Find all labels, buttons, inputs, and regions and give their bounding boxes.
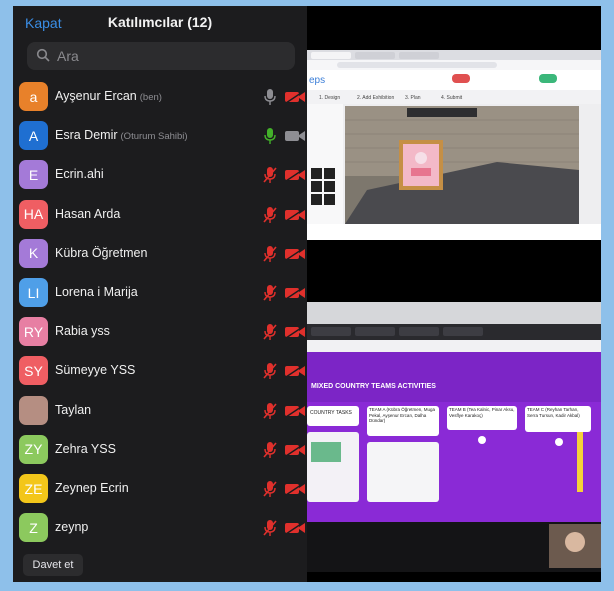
participant-name-text: Esra Demir [55,128,118,143]
camera-off-icon[interactable] [284,286,306,300]
camera-icon[interactable] [284,129,306,143]
padlet-board-title: MIXED COUNTRY TEAMS ACTIVITIES [311,383,436,390]
participant-row[interactable]: K Kübra Öğretmen [13,235,307,274]
camera-off-icon[interactable] [284,364,306,378]
camera-off-icon[interactable] [284,443,306,457]
avatar [19,395,48,425]
participants-panel: Kapat Katılımcılar (12) Ara a Ayşenur Erc… [13,6,307,582]
search-input[interactable]: Ara [27,42,295,70]
artsteps-tab-4: 4. Submit [441,95,463,101]
avatar: LI [19,278,48,307]
search-placeholder: Ara [57,48,79,64]
participant-name: Taylan [55,403,91,417]
invite-button[interactable]: Davet et [23,554,83,576]
participant-row[interactable]: LI Lorena i Marija [13,274,307,313]
mic-icon[interactable] [263,127,277,145]
mic-muted-icon[interactable] [263,284,277,302]
participant-name: Kübra Öğretmen [55,246,147,260]
camera-off-icon[interactable] [284,247,306,261]
participant-name: Ayşenur Ercan (ben) [55,89,162,103]
participant-row[interactable]: Taylan [13,392,307,431]
padlet-screenshot: MIXED COUNTRY TEAMS ACTIVITIES COUNTRY T… [307,302,601,572]
participant-name-text: Kübra Öğretmen [55,245,148,260]
mic-muted-icon[interactable] [263,441,277,459]
participant-row[interactable]: HA Hasan Arda [13,196,307,235]
participant-name-text: Sümeyye YSS [55,363,136,378]
camera-off-icon[interactable] [284,208,306,222]
participant-name: Ecrin.ahi [55,167,104,181]
mic-muted-icon[interactable] [263,245,277,263]
mic-muted-icon[interactable] [263,519,277,537]
participant-row[interactable]: E Ecrin.ahi [13,156,307,195]
participants-header: Kapat Katılımcılar (12) [13,6,307,42]
avatar: HA [19,199,48,229]
shared-screen-artsteps: eps 1. Design 2. Add Exhibition 3. Plan … [307,50,601,240]
avatar: Z [19,513,48,543]
camera-off-icon[interactable] [284,404,306,418]
participant-name: Zehra YSS [55,442,116,456]
mic-muted-icon[interactable] [263,323,277,341]
participant-name: zeynp [55,520,88,534]
avatar: SY [19,356,48,386]
camera-off-icon[interactable] [284,521,306,535]
participant-name-text: Ecrin.ahi [55,167,104,182]
mic-icon[interactable] [263,88,277,106]
participant-role: (ben) [139,92,162,103]
participant-name: Zeynep Ecrin [55,481,129,495]
artsteps-tab-2: 2. Add Exhibition [357,95,394,101]
shared-screen-padlet: MIXED COUNTRY TEAMS ACTIVITIES COUNTRY T… [307,302,601,572]
search-icon [36,48,50,62]
participant-name: Hasan Arda [55,207,120,221]
participant-row[interactable]: RY Rabia yss [13,313,307,352]
artsteps-tab-1: 1. Design [319,95,340,101]
participant-role: (Oturum Sahibi) [120,131,188,143]
padlet-card-2: TEAM A (Kübra Öğretmen, Muga Pekal, Ayşe… [369,407,436,423]
avatar: ZY [19,434,48,464]
participant-row[interactable]: ZE Zeynep Ecrin [13,470,307,509]
participant-name-text: Zehra YSS [55,441,116,456]
mic-muted-icon[interactable] [263,402,277,420]
participant-name-text: Rabia yss [55,324,110,339]
avatar: RY [19,317,48,347]
avatar: K [19,238,48,268]
participant-name-text: zeynp [55,520,89,535]
participant-row[interactable]: ZY Zehra YSS [13,431,307,470]
participant-row[interactable]: A Esra Demir (Oturum Sahibi) [13,117,307,156]
padlet-card-1: COUNTRY TASKS [310,410,353,416]
padlet-card-4: TEAM C (Reyhan Tarhan, Serra Tursun, Kad… [527,407,580,418]
participant-name-text: Taylan [55,402,92,417]
mic-muted-icon[interactable] [263,362,277,380]
camera-off-icon[interactable] [284,482,306,496]
avatar: E [19,160,48,190]
participant-name: Esra Demir (Oturum Sahibi) [55,128,188,142]
participant-row[interactable]: Zzeynp [13,509,307,548]
camera-off-icon[interactable] [284,168,306,182]
artsteps-screenshot: eps 1. Design 2. Add Exhibition 3. Plan … [307,50,601,240]
camera-off-icon[interactable] [284,90,306,104]
artsteps-tab-3: 3. Plan [405,95,421,101]
participant-row[interactable]: a Ayşenur Ercan (ben) [13,78,307,117]
participant-row[interactable]: SY Sümeyye YSS [13,352,307,391]
participant-name: Sümeyye YSS [55,363,135,377]
avatar: A [19,121,48,151]
mic-muted-icon[interactable] [263,480,277,498]
participant-name-text: Lorena i Marija [55,285,138,299]
participant-name-text: Ayşenur Ercan [55,89,137,103]
artsteps-brand: eps [309,75,325,86]
camera-off-icon[interactable] [284,325,306,339]
participant-name: Lorena i Marija [55,285,138,299]
participants-title: Katılımcılar (12) [107,14,213,30]
mic-muted-icon[interactable] [263,206,277,224]
padlet-card-3: TEAM B (Tea Kalnic, Pinar Aksu, Vesflye … [449,407,515,418]
participant-name: Rabia yss [55,324,110,338]
participant-name-text: Hasan Arda [55,206,121,221]
mic-muted-icon[interactable] [263,166,277,184]
avatar: ZE [19,474,48,503]
participant-name-text: Zeynep Ecrin [55,481,129,495]
avatar: a [19,82,48,111]
